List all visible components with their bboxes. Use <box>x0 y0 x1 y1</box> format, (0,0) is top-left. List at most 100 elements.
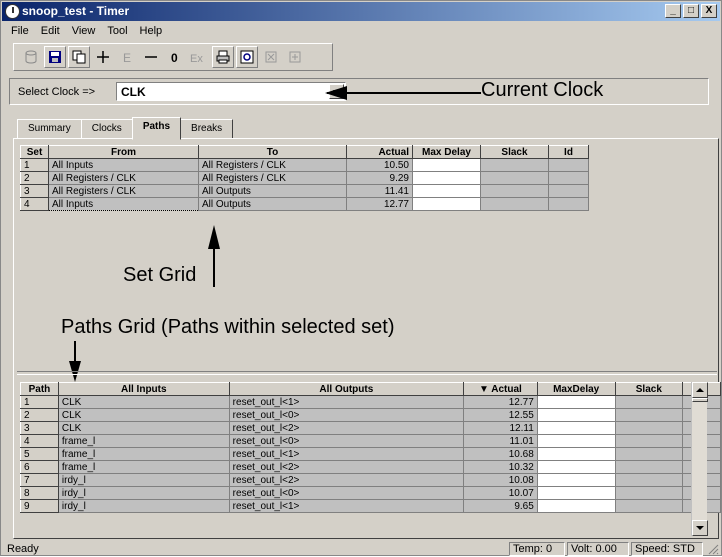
path-output[interactable]: reset_out_l<2> <box>228 460 465 474</box>
set-grid-header[interactable]: To <box>198 145 347 159</box>
table-row[interactable]: 4 frame_l reset_out_l<0> 11.01 <box>20 434 721 448</box>
grid-splitter[interactable] <box>17 371 717 375</box>
table-row[interactable]: 2 All Registers / CLK All Registers / CL… <box>20 171 589 185</box>
set-number[interactable]: 1 <box>20 158 49 172</box>
path-max-delay[interactable] <box>536 499 616 513</box>
scroll-down-icon[interactable] <box>692 520 708 536</box>
vertical-scrollbar[interactable] <box>691 382 708 536</box>
export-icon[interactable]: Ex <box>188 46 210 68</box>
paths-grid-header-sorted[interactable]: ▼ Actual <box>463 382 538 396</box>
tab-summary[interactable]: Summary <box>17 119 82 139</box>
path-max-delay[interactable] <box>536 486 616 500</box>
minimize-button[interactable]: _ <box>665 4 681 18</box>
tool-icon-b[interactable] <box>284 46 306 68</box>
paths-grid-header[interactable]: All Inputs <box>57 382 230 396</box>
set-grid-header[interactable]: Max Delay <box>412 145 481 159</box>
zero-icon[interactable]: 0 <box>164 46 186 68</box>
path-max-delay[interactable] <box>536 447 616 461</box>
edit-e-icon[interactable]: E <box>116 46 138 68</box>
set-grid-header[interactable]: Slack <box>480 145 549 159</box>
maximize-button[interactable]: □ <box>683 4 699 18</box>
path-input[interactable]: irdy_l <box>57 486 230 500</box>
table-row[interactable]: 1 All Inputs All Registers / CLK 10.50 <box>20 158 589 172</box>
menu-view[interactable]: View <box>66 23 102 41</box>
paths-grid-header[interactable]: Path <box>20 382 59 396</box>
path-number[interactable]: 8 <box>20 486 59 500</box>
tab-paths[interactable]: Paths <box>131 117 182 140</box>
set-number[interactable]: 4 <box>20 197 49 211</box>
menu-edit[interactable]: Edit <box>35 23 66 41</box>
set-max-delay[interactable] <box>412 184 481 198</box>
set-grid-header[interactable]: Set <box>20 145 49 159</box>
clock-select[interactable]: CLK <box>116 82 346 101</box>
set-from[interactable]: All Inputs <box>48 197 199 211</box>
set-grid-header[interactable]: Id <box>548 145 589 159</box>
path-number[interactable]: 7 <box>20 473 59 487</box>
set-to[interactable]: All Outputs <box>198 197 347 211</box>
path-number[interactable]: 5 <box>20 447 59 461</box>
path-max-delay[interactable] <box>536 460 616 474</box>
menu-file[interactable]: File <box>5 23 35 41</box>
table-row[interactable]: 4 All Inputs All Outputs 12.77 <box>20 197 589 211</box>
table-row[interactable]: 9 irdy_l reset_out_l<1> 9.65 <box>20 499 721 513</box>
copy-icon[interactable] <box>68 46 90 68</box>
path-input[interactable]: frame_l <box>57 460 230 474</box>
set-from[interactable]: All Registers / CLK <box>48 171 199 185</box>
scroll-thumb[interactable] <box>692 398 708 402</box>
database-icon[interactable] <box>20 46 42 68</box>
scroll-up-icon[interactable] <box>692 382 708 398</box>
path-input[interactable]: CLK <box>57 395 230 409</box>
menu-tool[interactable]: Tool <box>101 23 133 41</box>
path-input[interactable]: irdy_l <box>57 473 230 487</box>
path-output[interactable]: reset_out_l<0> <box>228 486 465 500</box>
add-icon[interactable] <box>92 46 114 68</box>
table-row[interactable]: 2 CLK reset_out_l<0> 12.55 <box>20 408 721 422</box>
path-max-delay[interactable] <box>536 421 616 435</box>
path-output[interactable]: reset_out_l<0> <box>228 434 465 448</box>
set-grid-header[interactable]: From <box>48 145 199 159</box>
set-grid-header[interactable]: Actual <box>346 145 413 159</box>
preview-icon[interactable] <box>236 46 258 68</box>
tab-breaks[interactable]: Breaks <box>180 119 234 139</box>
set-to[interactable]: All Registers / CLK <box>198 171 347 185</box>
remove-icon[interactable] <box>140 46 162 68</box>
table-row[interactable]: 1 CLK reset_out_l<1> 12.77 <box>20 395 721 409</box>
set-max-delay[interactable] <box>412 158 481 172</box>
save-icon[interactable] <box>44 46 66 68</box>
path-output[interactable]: reset_out_l<2> <box>228 421 465 435</box>
tool-icon-a[interactable] <box>260 46 282 68</box>
set-number[interactable]: 2 <box>20 171 49 185</box>
path-output[interactable]: reset_out_l<0> <box>228 408 465 422</box>
path-input[interactable]: frame_l <box>57 447 230 461</box>
paths-grid-header[interactable]: Slack <box>614 382 684 396</box>
path-input[interactable]: irdy_l <box>57 499 230 513</box>
path-max-delay[interactable] <box>536 434 616 448</box>
table-row[interactable]: 8 irdy_l reset_out_l<0> 10.07 <box>20 486 721 500</box>
table-row[interactable]: 6 frame_l reset_out_l<2> 10.32 <box>20 460 721 474</box>
table-row[interactable]: 5 frame_l reset_out_l<1> 10.68 <box>20 447 721 461</box>
path-max-delay[interactable] <box>536 473 616 487</box>
path-number[interactable]: 4 <box>20 434 59 448</box>
menu-help[interactable]: Help <box>134 23 169 41</box>
close-button[interactable]: X <box>701 4 717 18</box>
set-max-delay[interactable] <box>412 171 481 185</box>
path-number[interactable]: 1 <box>20 395 59 409</box>
path-number[interactable]: 9 <box>20 499 59 513</box>
path-number[interactable]: 2 <box>20 408 59 422</box>
path-max-delay[interactable] <box>536 395 616 409</box>
path-max-delay[interactable] <box>536 408 616 422</box>
set-from[interactable]: All Inputs <box>48 158 199 172</box>
path-output[interactable]: reset_out_l<1> <box>228 499 465 513</box>
path-input[interactable]: frame_l <box>57 434 230 448</box>
path-number[interactable]: 3 <box>20 421 59 435</box>
set-to[interactable]: All Registers / CLK <box>198 158 347 172</box>
set-max-delay[interactable] <box>412 197 481 211</box>
path-output[interactable]: reset_out_l<1> <box>228 447 465 461</box>
resize-grip-icon[interactable] <box>707 543 719 555</box>
print-icon[interactable] <box>212 46 234 68</box>
path-output[interactable]: reset_out_l<1> <box>228 395 465 409</box>
set-from[interactable]: All Registers / CLK <box>48 184 199 198</box>
set-to[interactable]: All Outputs <box>198 184 347 198</box>
table-row[interactable]: 7 irdy_l reset_out_l<2> 10.08 <box>20 473 721 487</box>
path-number[interactable]: 6 <box>20 460 59 474</box>
